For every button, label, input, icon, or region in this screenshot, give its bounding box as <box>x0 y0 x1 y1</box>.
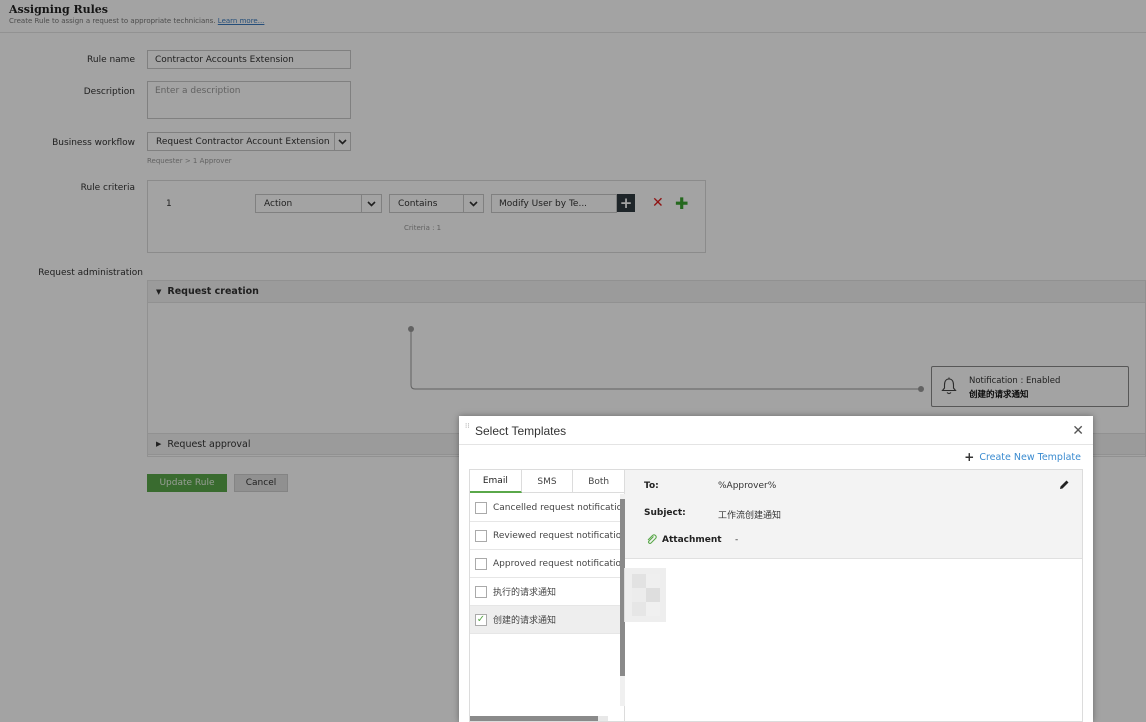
dialog-divider <box>459 444 1093 445</box>
tab-sms[interactable]: SMS <box>522 470 574 493</box>
to-value: %Approver% <box>718 481 777 491</box>
edit-pencil-icon[interactable] <box>1059 479 1070 490</box>
template-list: Cancelled request notification Reviewed … <box>470 494 620 634</box>
template-type-tabs: Email SMS Both <box>470 470 624 493</box>
create-new-template-label: Create New Template <box>979 451 1081 463</box>
paperclip-icon <box>647 534 657 545</box>
subject-label: Subject: <box>644 508 686 518</box>
template-list-panel: Email SMS Both Cancelled request notific… <box>469 469 625 722</box>
to-label: To: <box>644 481 659 491</box>
preview-header: To: %Approver% Subject: 工作流创建通知 Attachme… <box>625 470 1082 559</box>
template-item[interactable]: 执行的请求通知 <box>470 578 620 606</box>
close-icon[interactable]: ✕ <box>1072 423 1084 439</box>
template-item[interactable]: Reviewed request notification <box>470 522 620 550</box>
template-label: Approved request notification <box>493 558 620 569</box>
subject-value: 工作流创建通知 <box>718 511 782 521</box>
template-label: 执行的请求通知 <box>493 588 557 598</box>
template-preview: To: %Approver% Subject: 工作流创建通知 Attachme… <box>625 469 1083 722</box>
template-label: Reviewed request notification <box>493 530 620 541</box>
template-label: Cancelled request notification <box>493 502 620 513</box>
checkbox[interactable] <box>475 585 487 598</box>
template-item[interactable]: Cancelled request notification <box>470 494 620 522</box>
checkbox-checked[interactable]: ✓ <box>475 613 487 626</box>
scrollbar-thumb[interactable] <box>470 716 598 721</box>
tab-both[interactable]: Both <box>573 470 624 493</box>
drag-handle-icon[interactable]: ⁞⁞ <box>465 423 470 438</box>
tab-email[interactable]: Email <box>470 470 522 493</box>
template-label: 创建的请求通知 <box>493 616 557 626</box>
create-new-template-link[interactable]: + Create New Template <box>964 450 1081 464</box>
plus-icon: + <box>964 450 975 464</box>
checkbox[interactable] <box>475 529 487 542</box>
attachment-value: - <box>735 535 739 545</box>
checkbox[interactable] <box>475 557 487 570</box>
template-item-selected[interactable]: ✓ 创建的请求通知 <box>470 606 620 634</box>
dialog-title: Select Templates <box>475 424 567 438</box>
attachment-label: Attachment <box>662 535 722 545</box>
loading-placeholder <box>624 568 666 622</box>
checkbox[interactable] <box>475 501 487 514</box>
template-item[interactable]: Approved request notification <box>470 550 620 578</box>
horizontal-scrollbar[interactable] <box>470 716 608 721</box>
select-templates-dialog: ⁞⁞ Select Templates ✕ + Create New Templ… <box>459 416 1093 722</box>
